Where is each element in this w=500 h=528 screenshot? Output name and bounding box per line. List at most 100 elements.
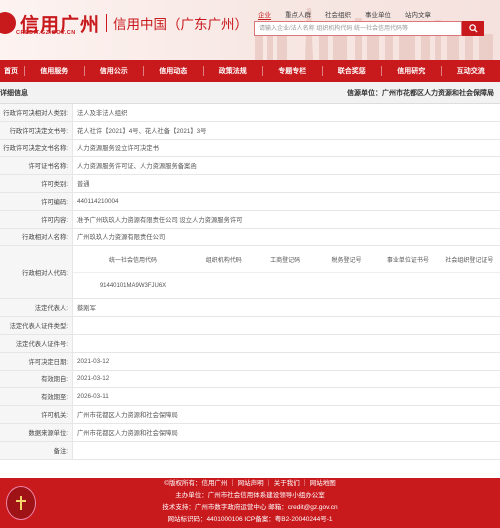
table-row: 行政许可决定文书号: 花人社许【2021】4号、花人社备【2021】3号 (0, 121, 500, 140)
nav-interaction[interactable]: 互动交流 (442, 60, 500, 82)
row-label: 行政许可决定文书号: (0, 121, 73, 139)
search-button[interactable] (462, 21, 484, 36)
codes-grid: 统一社会信用代码 组织机构代码 工商登记码 税务登记号 事业单位证书号 社会组织… (73, 246, 500, 298)
row-label: 许可编码: (0, 192, 73, 210)
row-value: 广州玖玖人力资源有限责任公司 (77, 234, 166, 242)
government-emblem-icon[interactable] (6, 486, 36, 520)
table-row: 许可机关: 广州市花都区人力资源和社会保障局 (0, 406, 500, 424)
code-header: 社会组织登记证号 (445, 257, 494, 264)
table-row: 许可证书名称: 人力资源服务许可证、人力资源服务备案函 (0, 157, 500, 176)
nav-special-topics[interactable]: 专题专栏 (263, 60, 322, 82)
detail-table: 行政许可决相对人类别: 法人及非法人组织 行政许可决定文书号: 花人社许【2021】… (0, 104, 500, 460)
row-label: 许可内容: (0, 210, 73, 228)
brand-divider (106, 14, 108, 32)
nav-credit-service[interactable]: 信用服务 (25, 60, 84, 82)
row-value (73, 317, 500, 334)
brand-url: CREDIT.GZ.GOV.CN (16, 30, 76, 36)
search-tab-public-institution[interactable]: 事业单位 (365, 9, 391, 20)
table-row: 法定代表人: 蔡刚军 (0, 299, 500, 318)
search-tabs: 企业 重点人群 社会组织 事业单位 站内文章 (258, 9, 431, 20)
code-value: 91440101MA9W3FJU6X (99, 282, 167, 289)
footer-links[interactable]: ©版权所有：信用广州 ｜ 网站声明 ｜ 关于我们 ｜ 网站地图 (0, 478, 500, 490)
nav-credit-publicity[interactable]: 信用公示 (85, 60, 144, 82)
table-row: 数据来源单位: 广州市花都区人力资源和社会保障局 (0, 423, 500, 442)
table-row-codes: 行政相对人代码: 统一社会信用代码 组织机构代码 工商登记码 税务登记号 事业单… (0, 246, 500, 300)
row-label: 许可证书名称: (0, 157, 73, 175)
row-value: 2021-03-12 (77, 357, 110, 365)
row-value: 广州市花都区人力资源和社会保障局 (77, 412, 178, 420)
table-row: 法定代表人证件号: (0, 334, 500, 353)
emblem-symbol-icon (16, 496, 26, 510)
row-value: 蔡刚军 (77, 305, 96, 313)
row-label: 许可决定日期: (0, 352, 73, 370)
table-row: 法定代表人证件类型: (0, 317, 500, 335)
row-label: 行政许可决定文书名称: (0, 139, 73, 157)
row-label: 有效期自: (0, 370, 73, 388)
table-row: 备注: (0, 441, 500, 460)
table-row: 行政许可决相对人类别: 法人及非法人组织 (0, 104, 500, 122)
codes-values: 91440101MA9W3FJU6X (73, 273, 500, 299)
row-value: 440114210004 (77, 197, 119, 205)
site-footer: ©版权所有：信用广州 ｜ 网站声明 ｜ 关于我们 ｜ 网站地图 主办单位：广州市… (0, 478, 500, 528)
row-label: 行政相对人名称: (0, 228, 73, 246)
search-tab-social-org[interactable]: 社会组织 (325, 9, 351, 20)
search-tab-enterprise[interactable]: 企业 (258, 9, 271, 20)
detail-panel: 详细信息 信源单位：广州市花都区人力资源和社会保障局 行政许可决相对人类别: 法人… (0, 82, 500, 460)
search-tab-key-people[interactable]: 重点人群 (285, 9, 311, 20)
row-label: 许可类别: (0, 175, 73, 192)
logo-mark-icon (0, 12, 16, 34)
row-label: 法定代表人证件号: (0, 334, 73, 352)
codes-cell: 统一社会信用代码 组织机构代码 工商登记码 税务登记号 事业单位证书号 社会组织… (73, 246, 500, 298)
code-header: 统一社会信用代码 (108, 257, 157, 264)
row-label: 行政许可决相对人类别: (0, 104, 73, 121)
detail-header: 详细信息 信源单位：广州市花都区人力资源和社会保障局 (0, 82, 500, 104)
detail-title: 详细信息 (0, 89, 28, 97)
nav-policies[interactable]: 政策法规 (204, 60, 263, 82)
table-row: 许可编码: 440114210004 (0, 192, 500, 211)
row-value: 2026-03-11 (77, 393, 109, 401)
row-value: 普通 (77, 181, 90, 189)
table-row: 许可内容: 准予广州玖玖人力资源有限责任公司 设立人力资源服务许可 (0, 210, 500, 229)
code-header: 事业单位证书号 (386, 257, 429, 264)
main-nav: 首页 信用服务 信用公示 信用动态 政策法规 专题专栏 联合奖惩 信用研究 互动… (0, 60, 500, 82)
row-label: 行政相对人代码: (0, 246, 73, 299)
row-label: 数据来源单位: (0, 423, 73, 441)
nav-credit-news[interactable]: 信用动态 (144, 60, 203, 82)
row-label: 许可机关: (0, 406, 73, 423)
nav-credit-research[interactable]: 信用研究 (382, 60, 441, 82)
site-header: 信用广州 信用中国（广东广州） CREDIT.GZ.GOV.CN 企业 重点人群… (0, 0, 500, 60)
row-value: 法人及非法人组织 (77, 109, 128, 117)
nav-home[interactable]: 首页 (0, 60, 24, 82)
codes-header: 统一社会信用代码 组织机构代码 工商登记码 税务登记号 事业单位证书号 社会组织… (73, 246, 500, 273)
nav-joint-rewards[interactable]: 联合奖惩 (323, 60, 382, 82)
row-label: 法定代表人证件类型: (0, 317, 73, 334)
table-row: 有效期至: 2026-03-11 (0, 388, 500, 407)
row-label: 有效期至: (0, 388, 73, 406)
row-label: 法定代表人: (0, 299, 73, 317)
row-value (73, 442, 500, 459)
table-row: 行政相对人名称: 广州玖玖人力资源有限责任公司 (0, 228, 500, 247)
brand-subtitle: 信用中国（广东广州） (113, 17, 249, 33)
source-unit: 信源单位：广州市花都区人力资源和社会保障局 (347, 89, 494, 97)
table-row: 许可决定日期: 2021-03-12 (0, 352, 500, 371)
row-value: 人力资源服务许可证、人力资源服务备案函 (77, 163, 197, 171)
footer-icp: 网站标识码：4401000106 ICP备案：粤B2-20040244号-1 (167, 516, 333, 523)
footer-sponsor: 主办单位：广州市社会信用体系建设领导小组办公室 (175, 492, 325, 499)
row-value: 2021-03-12 (77, 375, 110, 383)
code-header: 组织机构代码 (205, 257, 242, 264)
row-value: 人力资源服务设立许可决定书 (77, 145, 159, 153)
table-row: 行政许可决定文书名称: 人力资源服务设立许可决定书 (0, 139, 500, 158)
table-row: 许可类别: 普通 (0, 175, 500, 193)
row-value: 广州市花都区人力资源和社会保障局 (77, 429, 178, 437)
code-header: 工商登记码 (270, 257, 301, 264)
row-value: 花人社许【2021】4号、花人社备【2021】3号 (77, 127, 207, 135)
row-label: 备注: (0, 441, 73, 459)
code-header: 税务登记号 (331, 257, 362, 264)
search-tab-articles[interactable]: 站内文章 (405, 9, 431, 20)
footer-support: 技术支持：广州市数字政府运营中心 邮箱：credit@gz.gov.cn (162, 504, 338, 511)
search-input[interactable]: 请输入企业/法人名称 组织机构代码 统一社会信用代码等 (254, 21, 462, 36)
row-value (73, 335, 500, 352)
search-icon (468, 24, 478, 33)
table-row: 有效期自: 2021-03-12 (0, 370, 500, 389)
row-value: 准予广州玖玖人力资源有限责任公司 设立人力资源服务许可 (77, 216, 243, 224)
